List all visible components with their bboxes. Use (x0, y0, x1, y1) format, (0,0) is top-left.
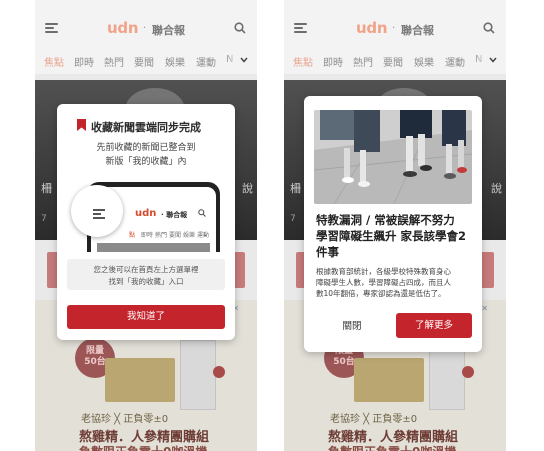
bg-caption-sub: 7 (290, 214, 296, 224)
logo-dot: · (392, 23, 396, 34)
mini-tab: 點 (129, 232, 136, 239)
tab-headlines[interactable]: 要聞 (383, 54, 403, 69)
article-summary-line2: 障礙學生人數，學習障礙占四成，而且人 (316, 278, 451, 287)
dialog-subtitle-line1: 先前收藏的新聞已整合到 (96, 143, 196, 153)
udn-logo[interactable]: udn · 聯合報 (356, 19, 456, 37)
mini-tab: 即時 (141, 232, 154, 239)
tab-sports[interactable]: 運動 (445, 54, 465, 69)
got-it-button[interactable]: 我知道了 (67, 305, 225, 329)
tab-headlines[interactable]: 要聞 (134, 54, 154, 69)
app-header: udn · 聯合報 (284, 0, 506, 44)
article-title-line2: 學習障礙生飆升 家長該學會2 (316, 229, 467, 243)
tab-realtime[interactable]: 即時 (74, 54, 94, 69)
tab-focus[interactable]: 焦點 (293, 54, 313, 69)
udn-logo[interactable]: udn · 聯合報 (107, 19, 207, 37)
category-tabs: 焦點 即時 熱門 要聞 娛樂 運動 N (284, 44, 506, 74)
bg-caption: 柵 (41, 182, 52, 195)
menu-spotlight (71, 185, 123, 237)
ad-subline: 負數限正負零十0咖溫機 (79, 443, 207, 451)
article-summary-line3: 數10年翻倍，專家卻認為還是低估了。 (316, 289, 446, 298)
logo-dot: · (143, 23, 147, 34)
article-summary-line1: 根據教育部統計，各級學校特殊教育身心 (316, 267, 451, 276)
tab-entertainment[interactable]: 娛樂 (414, 54, 434, 69)
search-icon[interactable] (483, 22, 495, 34)
screenshot-stage: udn · 聯合報 焦點 即時 熱門 要聞 娛樂 運動 N 柵 7 (0, 0, 544, 451)
mini-tab: 要聞 (169, 232, 182, 239)
bg-caption-right: 說 (242, 182, 253, 195)
bg-caption-sub: 7 (41, 214, 47, 224)
tab-hot[interactable]: 熱門 (353, 54, 373, 69)
menu-icon[interactable] (294, 23, 307, 34)
article-photo-image (314, 110, 472, 204)
mini-tab: 娛樂 (183, 232, 196, 239)
close-button[interactable]: 關閉 (322, 315, 382, 339)
article-summary: 根據教育部統計，各級學校特殊教育身心 障礙學生人數，學習障礙占四成，而且人 數1… (316, 266, 474, 299)
chevron-down-icon[interactable] (489, 56, 497, 64)
chevron-down-icon[interactable] (240, 56, 248, 64)
mini-chevron-icon: ⌄ (202, 231, 208, 238)
hint-line2: 找到「我的收藏」入口 (108, 277, 184, 286)
logo-udn-text: udn (356, 19, 388, 37)
mini-search-icon (198, 209, 206, 217)
ad-badge-icon (462, 366, 474, 378)
phone-screen-left: udn · 聯合報 焦點 即時 熱門 要聞 娛樂 運動 N 柵 7 (35, 0, 257, 451)
mini-tab: 熱門 (155, 232, 168, 239)
article-title-line1: 特教漏洞 / 常被誤解不努力 (316, 213, 455, 227)
sync-complete-dialog: 收藏新聞雲端同步完成 先前收藏的新聞已整合到 新版「我的收藏」內 udn · 聯… (57, 104, 235, 340)
spotlight-menu-icon (93, 209, 105, 219)
tab-entertainment[interactable]: 娛樂 (165, 54, 185, 69)
search-icon[interactable] (234, 22, 246, 34)
category-tabs: 焦點 即時 熱門 要聞 娛樂 運動 N (35, 44, 257, 74)
hint-line1: 您之後可以在首頁左上方選單裡 (93, 265, 199, 274)
logo-udn-text: udn (107, 19, 139, 37)
tab-hot[interactable]: 熱門 (104, 54, 124, 69)
article-title-line3: 件事 (316, 245, 339, 259)
mini-photo (97, 243, 210, 252)
bg-caption-right: 說 (491, 182, 502, 195)
bookmark-icon (77, 119, 86, 131)
dialog-title: 收藏新聞雲端同步完成 (91, 121, 201, 134)
mini-logo: udn (135, 208, 157, 219)
ad-badge-icon (213, 366, 225, 378)
ad-brand: 老協珍 ╳ 正負零±0 (330, 414, 418, 425)
logo-cn-text: 聯合報 (401, 24, 434, 37)
ad-appliance (180, 340, 216, 410)
article-photo[interactable] (314, 110, 472, 204)
mini-logo-cn: · 聯合報 (161, 211, 188, 219)
article-title[interactable]: 特教漏洞 / 常被誤解不努力 學習障礙生飆升 家長該學會2 件事 (316, 212, 472, 260)
ad-close-icon[interactable]: ✕ (481, 304, 488, 313)
tab-focus[interactable]: 焦點 (44, 54, 64, 69)
bg-caption: 柵 (290, 182, 301, 195)
menu-icon[interactable] (45, 23, 58, 34)
dialog-subtitle-line2: 新版「我的收藏」內 (105, 157, 187, 167)
logo-cn-text: 聯合報 (152, 24, 185, 37)
ad-subline: 負數限正負零十0咖溫機 (328, 443, 456, 451)
learn-more-button[interactable]: 了解更多 (396, 313, 472, 338)
tab-realtime[interactable]: 即時 (323, 54, 343, 69)
tab-sports[interactable]: 運動 (196, 54, 216, 69)
article-promo-dialog: 特教漏洞 / 常被誤解不努力 學習障礙生飆升 家長該學會2 件事 根據教育部統計… (304, 96, 482, 352)
phone-screen-right: udn · 聯合報 焦點 即時 熱門 要聞 娛樂 運動 N 柵 7 (284, 0, 506, 451)
ad-product-box (105, 358, 175, 402)
ad-product-box (354, 358, 424, 402)
app-header: udn · 聯合報 (35, 0, 257, 44)
menu-hint-box: 您之後可以在首頁左上方選單裡 找到「我的收藏」入口 (67, 259, 225, 290)
ad-brand: 老協珍 ╳ 正負零±0 (81, 414, 169, 425)
